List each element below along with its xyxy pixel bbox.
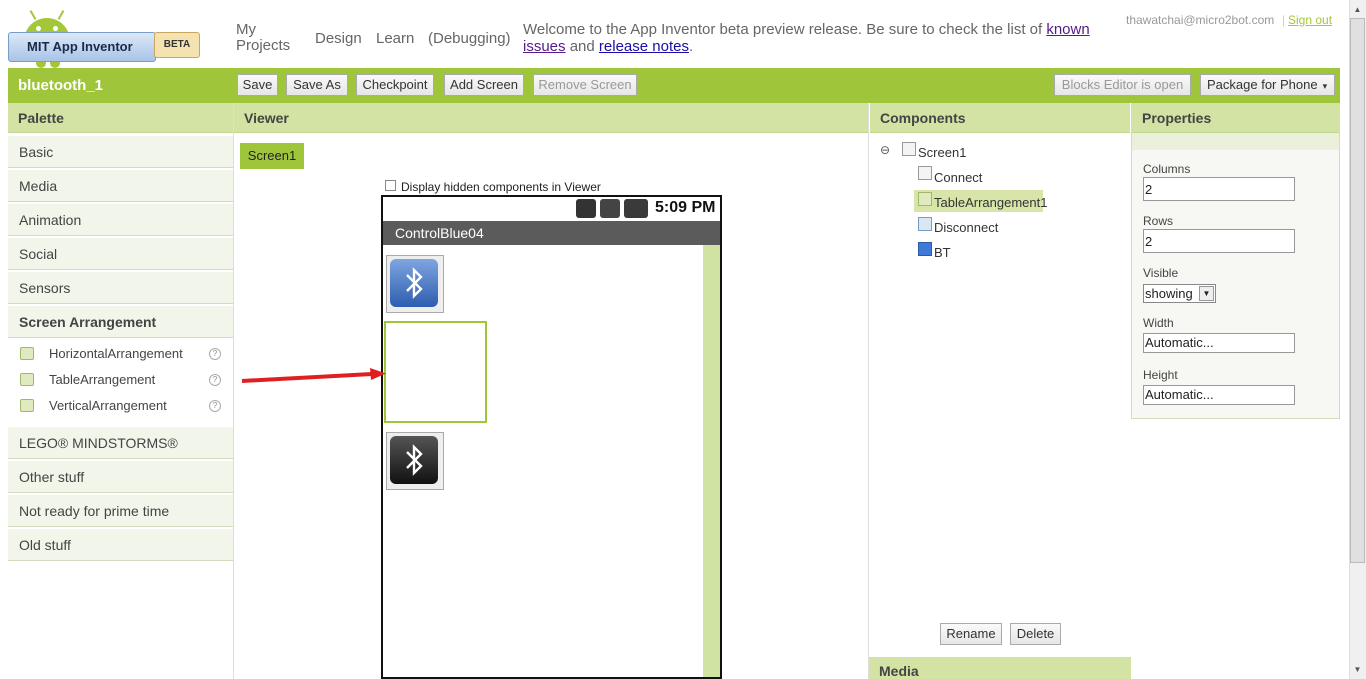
sign-out-link[interactable]: Sign out — [1288, 13, 1332, 27]
palette-title: Palette — [8, 103, 233, 133]
blocks-editor-button[interactable]: Blocks Editor is open — [1054, 74, 1191, 96]
header-separator: | — [1282, 13, 1286, 27]
horizontal-arrangement-icon — [20, 347, 34, 360]
help-icon[interactable]: ? — [209, 348, 221, 360]
palette-category-basic[interactable]: Basic — [8, 135, 233, 168]
save-button[interactable]: Save — [237, 74, 278, 96]
viewer-title: Viewer — [234, 103, 868, 133]
screen-selector-button[interactable]: Screen1 — [240, 143, 304, 169]
scroll-down-icon[interactable]: ▼ — [1350, 662, 1365, 677]
gps-status-icon — [576, 199, 596, 218]
signal-icon — [600, 199, 620, 218]
visible-select[interactable]: showing ▼ — [1143, 284, 1216, 303]
project-name: bluetooth_1 — [18, 77, 103, 94]
media-title: Media — [869, 657, 1131, 679]
bluetooth-icon — [918, 242, 932, 256]
rename-button[interactable]: Rename — [940, 623, 1002, 645]
vertical-arrangement-icon — [20, 399, 34, 412]
welcome-prefix: Welcome to the App Inventor beta preview… — [523, 21, 1047, 38]
visible-value: showing — [1145, 286, 1193, 301]
status-time: 5:09 PM — [655, 199, 716, 216]
checkpoint-button[interactable]: Checkpoint — [356, 74, 434, 96]
palette-item-table-arrangement[interactable]: TableArrangement ? — [8, 367, 233, 393]
app-inventor-logo[interactable]: MIT App Inventor BETA — [8, 8, 208, 68]
palette-category-other-stuff[interactable]: Other stuff — [8, 460, 233, 493]
save-as-button[interactable]: Save As — [286, 74, 348, 96]
nav-debugging[interactable]: (Debugging) — [428, 30, 511, 47]
help-icon[interactable]: ? — [209, 374, 221, 386]
delete-button[interactable]: Delete — [1010, 623, 1061, 645]
table-arrangement-icon — [20, 373, 34, 386]
palette-item-horizontal-arrangement[interactable]: HorizontalArrangement ? — [8, 341, 233, 367]
chevron-down-icon: ▾ — [1322, 81, 1328, 91]
battery-icon — [624, 199, 648, 218]
width-label: Width — [1143, 316, 1174, 330]
rows-label: Rows — [1143, 214, 1174, 228]
palette-item-label: HorizontalArrangement — [49, 346, 183, 361]
tree-item-screen1[interactable]: Screen1 — [918, 145, 966, 160]
display-hidden-label: Display hidden components in Viewer — [401, 180, 601, 194]
components-title: Components — [870, 103, 1130, 133]
palette-category-screen-arrangement[interactable]: Screen Arrangement — [8, 305, 233, 338]
package-for-phone-button[interactable]: Package for Phone ▾ — [1200, 74, 1335, 96]
chevron-down-icon[interactable]: ▼ — [1199, 286, 1214, 301]
palette-category-social[interactable]: Social — [8, 237, 233, 270]
android-antenna-left — [29, 10, 37, 20]
user-email: thawatchai@micro2bot.com — [1126, 13, 1275, 27]
height-label: Height — [1143, 368, 1178, 382]
tree-item-bt[interactable]: BT — [934, 245, 951, 260]
android-antenna-right — [57, 10, 65, 20]
table-arrangement-icon — [918, 192, 932, 206]
disconnect-button-preview[interactable] — [386, 432, 444, 490]
bluetooth-icon — [390, 436, 438, 484]
welcome-mid: and — [565, 38, 599, 55]
tree-item-tablearrangement1[interactable]: TableArrangement1 — [934, 195, 1047, 210]
rows-field[interactable] — [1143, 229, 1295, 253]
columns-label: Columns — [1143, 162, 1191, 176]
collapse-icon[interactable]: ⊖ — [880, 143, 890, 157]
beta-badge: BETA — [154, 32, 200, 58]
scrollbar-thumb[interactable] — [1350, 18, 1365, 563]
nav-design[interactable]: Design — [315, 30, 362, 47]
tree-item-connect[interactable]: Connect — [934, 170, 982, 185]
palette-category-not-ready[interactable]: Not ready for prime time — [8, 494, 233, 527]
palette-category-media[interactable]: Media — [8, 169, 233, 202]
palette-item-vertical-arrangement[interactable]: VerticalArrangement ? — [8, 393, 233, 419]
remove-screen-button[interactable]: Remove Screen — [533, 74, 637, 96]
bluetooth-icon — [390, 259, 438, 307]
palette-category-animation[interactable]: Animation — [8, 203, 233, 236]
visible-label: Visible — [1143, 266, 1179, 280]
palette-item-label: VerticalArrangement — [49, 398, 167, 413]
properties-subheader — [1132, 133, 1339, 150]
red-arrow-annotation — [241, 368, 386, 383]
help-icon[interactable]: ? — [209, 400, 221, 412]
package-label: Package for Phone — [1207, 77, 1318, 92]
nav-learn[interactable]: Learn — [376, 30, 414, 47]
add-screen-button[interactable]: Add Screen — [444, 74, 524, 96]
scroll-up-icon[interactable]: ▲ — [1350, 2, 1365, 17]
display-hidden-checkbox[interactable] — [385, 180, 396, 191]
palette-category-old-stuff[interactable]: Old stuff — [8, 528, 233, 561]
phone-scroll-strip — [703, 245, 720, 677]
palette-category-sensors[interactable]: Sensors — [8, 271, 233, 304]
palette-item-label: TableArrangement — [49, 372, 156, 387]
properties-title: Properties — [1132, 103, 1339, 133]
table-arrangement-preview[interactable] — [384, 321, 487, 423]
palette-category-lego-mindstorms[interactable]: LEGO® MINDSTORMS® — [8, 426, 233, 459]
welcome-message: Welcome to the App Inventor beta preview… — [523, 21, 1123, 55]
tree-item-disconnect[interactable]: Disconnect — [934, 220, 998, 235]
nav-my-projects[interactable]: My Projects — [236, 22, 306, 54]
connect-button-preview[interactable] — [386, 255, 444, 313]
logo-text: MIT App Inventor — [8, 32, 156, 62]
app-title-bar: ControlBlue04 — [383, 221, 720, 245]
screen-icon — [902, 142, 916, 156]
width-field[interactable]: Automatic... — [1143, 333, 1295, 353]
release-notes-link[interactable]: release notes — [599, 38, 689, 55]
button-icon — [918, 166, 932, 180]
height-field[interactable]: Automatic... — [1143, 385, 1295, 405]
button-icon — [918, 217, 932, 231]
welcome-suffix: . — [688, 38, 694, 55]
columns-field[interactable] — [1143, 177, 1295, 201]
